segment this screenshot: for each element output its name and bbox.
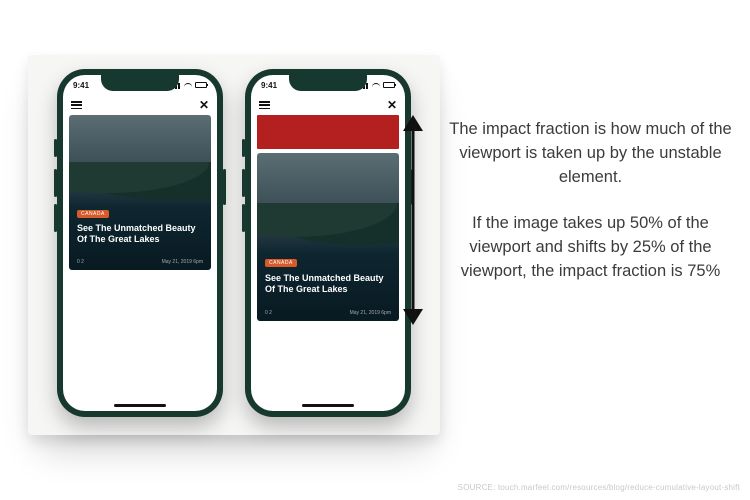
article-card[interactable]: Canada See The Unmatched Beauty Of The G… (69, 115, 211, 270)
meta-left: 0 2 (265, 310, 272, 316)
source-citation: SOURCE: touch.marfeel.com/resources/blog… (458, 483, 740, 492)
content-area: Canada See The Unmatched Beauty Of The G… (251, 115, 405, 401)
explanation-paragraph-2: If the image takes up 50% of the viewpor… (448, 212, 733, 284)
meta-right: May 21, 2019 6pm (350, 310, 391, 316)
app-top-bar: ✕ (63, 95, 217, 115)
menu-icon[interactable] (71, 101, 82, 109)
battery-icon (195, 82, 207, 88)
explanation-paragraph-1: The impact fraction is how much of the v… (448, 118, 733, 190)
status-time: 9:41 (73, 81, 89, 90)
home-indicator (302, 404, 354, 407)
home-indicator (114, 404, 166, 407)
article-headline: See The Unmatched Beauty Of The Great La… (77, 223, 203, 246)
wifi-icon (372, 83, 380, 91)
phone-after-screen: 9:41 ✕ Canada See The Unmatched Beauty O… (251, 75, 405, 411)
notch (289, 75, 367, 91)
article-card[interactable]: Canada See The Unmatched Beauty Of The G… (257, 153, 399, 321)
article-headline: See The Unmatched Beauty Of The Great La… (265, 273, 391, 296)
meta-left: 0 2 (77, 259, 84, 265)
status-time: 9:41 (261, 81, 277, 90)
phone-after: 9:41 ✕ Canada See The Unmatched Beauty O… (245, 69, 411, 417)
phone-before: 9:41 ✕ Canada See The Unmatched Beauty O… (57, 69, 223, 417)
viewport-height-arrow-icon (400, 115, 426, 325)
content-area: Canada See The Unmatched Beauty Of The G… (63, 115, 217, 401)
close-icon[interactable]: ✕ (387, 99, 397, 111)
menu-icon[interactable] (259, 101, 270, 109)
close-icon[interactable]: ✕ (199, 99, 209, 111)
app-top-bar: ✕ (251, 95, 405, 115)
wifi-icon (184, 83, 192, 91)
phone-before-screen: 9:41 ✕ Canada See The Unmatched Beauty O… (63, 75, 217, 411)
category-tag: Canada (77, 210, 109, 218)
meta-right: May 21, 2019 6pm (162, 259, 203, 265)
notch (101, 75, 179, 91)
category-tag: Canada (265, 259, 297, 267)
explanation-text: The impact fraction is how much of the v… (448, 118, 733, 284)
layout-shift-banner (257, 115, 399, 149)
battery-icon (383, 82, 395, 88)
phone-comparison-stage: 9:41 ✕ Canada See The Unmatched Beauty O… (28, 55, 440, 435)
